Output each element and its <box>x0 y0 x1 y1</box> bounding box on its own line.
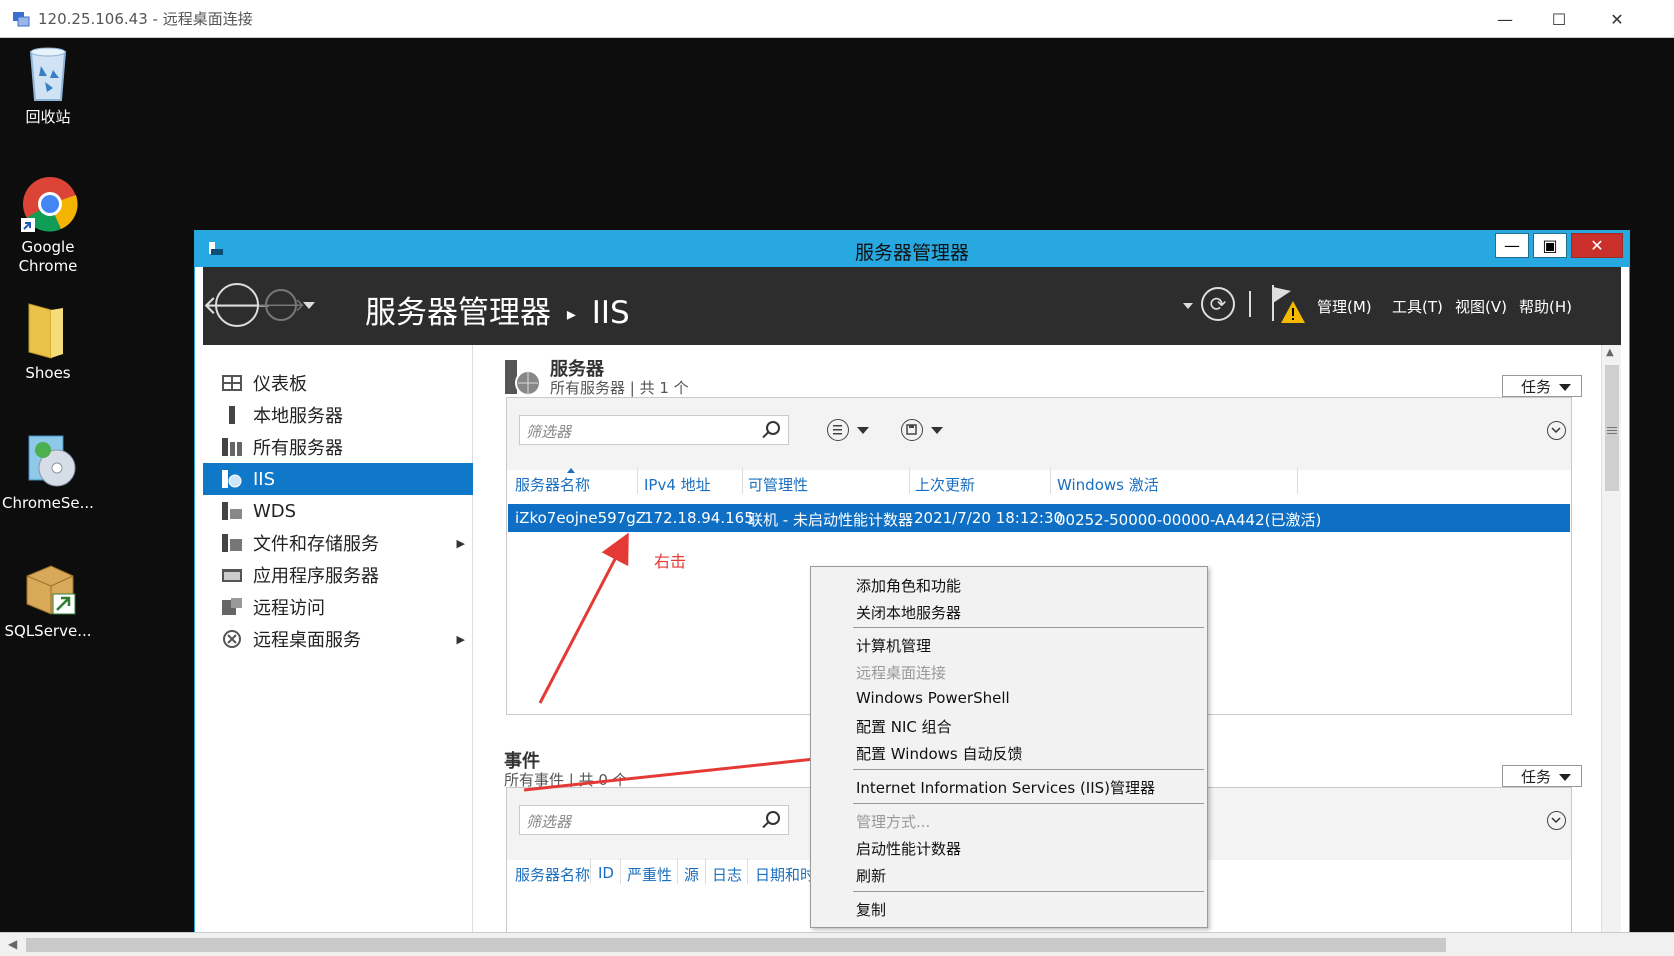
maximize-button[interactable]: ☐ <box>1536 0 1582 38</box>
context-item-shutdown[interactable]: 关闭本地服务器 <box>856 602 961 623</box>
context-item-add-roles[interactable]: 添加角色和功能 <box>856 575 961 596</box>
context-menu: 添加角色和功能 关闭本地服务器 计算机管理 远程桌面连接 Windows Pow… <box>810 566 1208 928</box>
context-item-start-counters[interactable]: 启动性能计数器 <box>856 838 961 859</box>
context-item-iis-manager[interactable]: Internet Information Services (IIS)管理器 <box>856 777 1155 798</box>
menu-separator <box>853 891 1204 892</box>
context-item-remote-desktop: 远程桌面连接 <box>856 664 947 682</box>
menu-separator <box>853 627 1204 628</box>
minimize-button[interactable]: — <box>1482 0 1528 38</box>
context-item-powershell[interactable]: Windows PowerShell <box>856 689 1010 707</box>
context-item-manage-as: 管理方式... <box>856 813 931 831</box>
rdp-titlebar: 120.25.106.43 - 远程桌面连接 — ☐ ✕ <box>0 0 1674 38</box>
scroll-left-icon[interactable]: ◀ <box>8 937 17 951</box>
remote-desktop-app-icon <box>12 10 30 28</box>
remote-desktop: 回收站 Google Chrome Shoes ChromeSe... SQLS… <box>0 38 1674 956</box>
context-item-windows-feedback[interactable]: 配置 Windows 自动反馈 <box>856 743 1023 764</box>
menu-separator <box>853 769 1204 770</box>
close-button[interactable]: ✕ <box>1594 0 1640 38</box>
context-item-refresh[interactable]: 刷新 <box>856 865 886 886</box>
menu-separator <box>853 803 1204 804</box>
annotation-label: 右击 <box>654 552 687 571</box>
context-item-copy[interactable]: 复制 <box>856 899 886 920</box>
horizontal-scrollbar[interactable]: ◀ <box>0 932 1674 956</box>
context-item-nic-teaming[interactable]: 配置 NIC 组合 <box>856 716 952 737</box>
context-item-computer-management[interactable]: 计算机管理 <box>856 635 931 656</box>
scrollbar-thumb[interactable] <box>26 938 1446 952</box>
annotation-arrow-row <box>538 532 629 704</box>
rdp-window-title: 120.25.106.43 - 远程桌面连接 <box>38 10 253 28</box>
